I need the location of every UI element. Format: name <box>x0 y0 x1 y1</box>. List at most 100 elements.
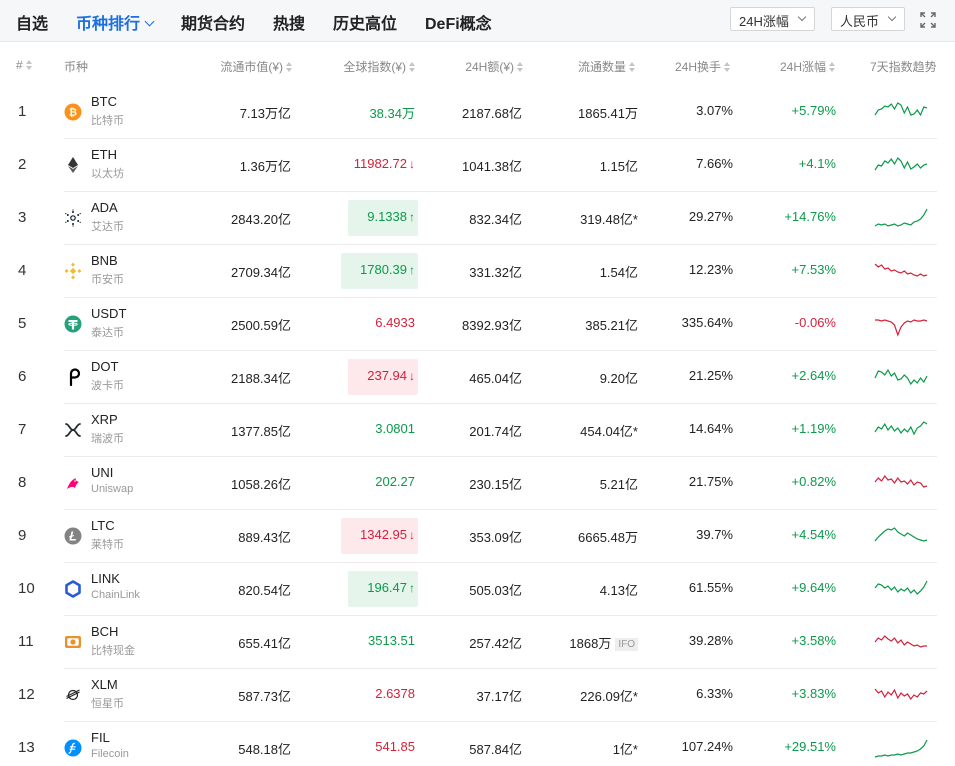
coin-symbol[interactable]: ETH <box>91 147 117 162</box>
coin-symbol[interactable]: DOT <box>91 359 118 374</box>
turnover-value: 107.24% <box>681 739 733 754</box>
market-cap-value: 548.18亿 <box>238 742 291 757</box>
coin-name: 艾达币 <box>91 221 124 233</box>
sparkline-path <box>874 421 928 436</box>
sparkline-path <box>874 474 928 488</box>
coin-symbol[interactable]: UNI <box>91 465 113 480</box>
market-cap-value: 2709.34亿 <box>231 265 291 280</box>
table-row[interactable]: 6 DOT 波卡币 2188.34亿 237.94 ↓ 465.04亿 9.20亿 21.25%… <box>0 351 955 404</box>
table-row[interactable]: 1 ₿ BTC 比特币 7.13万亿 38.34万 2187.68亿 1865.41万 3.07… <box>0 86 955 139</box>
tab-defi[interactable]: DeFi概念 <box>425 10 492 34</box>
dot-icon <box>69 368 81 386</box>
btc-icon: ₿ <box>64 103 82 121</box>
col-index-header[interactable]: 全球指数(¥) <box>315 58 416 75</box>
global-index-cell: 202.27 <box>300 474 415 489</box>
table-row[interactable]: 12 XLM 恒星币 587.73亿 2.6378 37.17亿 226.09亿* 6.33%… <box>0 669 955 722</box>
trend-sparkline <box>874 739 928 758</box>
col-change-header[interactable]: 24H涨幅 <box>760 58 836 75</box>
arrow-up-icon: ↑ <box>409 210 415 224</box>
table-row[interactable]: 5 USDT 泰达币 2500.59亿 6.4933 8392.93亿 385.21亿 335… <box>0 298 955 351</box>
coin-symbol[interactable]: USDT <box>91 306 126 321</box>
xlm-icon <box>66 689 80 701</box>
volume-value: 201.74亿 <box>469 424 522 439</box>
supply-value: 6665.48万 <box>578 530 638 545</box>
table-row[interactable]: 2 ETH 以太坊 1.36万亿 11982.72 ↓ 1041.38亿 1.15亿 7.66%… <box>0 139 955 192</box>
col-market-cap-header[interactable]: 流通市值(¥) <box>190 58 293 75</box>
table-row[interactable]: 9 LTC 莱特币 889.43亿 1342.95 ↓ 353.09亿 6665.48万 39.… <box>0 510 955 563</box>
coin-symbol[interactable]: BTC <box>91 94 117 109</box>
volume-value: 1041.38亿 <box>462 159 522 174</box>
col-change-label: 24H涨幅 <box>779 60 826 74</box>
col-volume-label: 24H额(¥) <box>465 60 514 74</box>
market-cap-value: 2500.59亿 <box>231 318 291 333</box>
supply-cell: 1868万 IFO <box>530 633 638 652</box>
coin-symbol[interactable]: BCH <box>91 624 118 639</box>
fullscreen-icon[interactable] <box>919 11 937 29</box>
coin-symbol[interactable]: LTC <box>91 518 115 533</box>
currency-select[interactable]: 人民币 <box>831 7 905 31</box>
supply-cell: 319.48亿* <box>530 209 638 228</box>
rank-number: 12 <box>18 686 35 703</box>
table-row[interactable]: 13 FIL Filecoin 548.18亿 541.85 587.84亿 1亿* 107.… <box>0 722 955 766</box>
sparkline-path <box>874 157 928 171</box>
coin-symbol[interactable]: LINK <box>91 571 120 586</box>
trend-sparkline <box>874 368 928 386</box>
coin-symbol[interactable]: BNB <box>91 253 118 268</box>
market-cap-value: 820.54亿 <box>238 583 291 598</box>
global-index-cell: 11982.72 ↓ <box>300 156 415 171</box>
volume-value: 2187.68亿 <box>462 106 522 121</box>
turnover-value: 21.75% <box>688 474 733 489</box>
change-value: +4.54% <box>791 527 836 542</box>
sparkline-path <box>874 102 928 117</box>
global-index-value: 196.47 <box>367 580 407 595</box>
col-turnover-label: 24H换手 <box>674 60 721 74</box>
market-cap-value: 2188.34亿 <box>231 371 291 386</box>
table-row[interactable]: 7 XRP 瑞波币 1377.85亿 3.0801 201.74亿 454.04亿* 14.6… <box>0 404 955 457</box>
coin-name: 比特币 <box>91 115 124 127</box>
global-index-cell: 9.1338 ↑ <box>300 209 415 224</box>
col-trend-header: 7天指数趋势 <box>870 60 937 74</box>
trend-sparkline <box>874 474 928 488</box>
coin-symbol[interactable]: FIL <box>91 730 110 745</box>
chevron-down-icon <box>887 12 897 22</box>
ada-icon <box>65 209 81 227</box>
col-turnover-header[interactable]: 24H换手 <box>655 58 731 75</box>
volume-value: 331.32亿 <box>469 265 522 280</box>
coin-name: ChainLink <box>91 589 140 601</box>
table-row[interactable]: 8 UNI Uniswap 1058.26亿 202.27 230.15亿 5.21亿 21.… <box>0 457 955 510</box>
eth-icon <box>68 157 78 173</box>
col-rank-header[interactable]: # <box>16 58 33 72</box>
trend-sparkline <box>874 263 928 277</box>
rank-number: 4 <box>18 262 27 279</box>
table-row[interactable]: 4 BNB 币安币 2709.34亿 1780.39 ↑ 331.32亿 1.54亿 12.23… <box>0 245 955 298</box>
rank-number: 13 <box>18 739 35 756</box>
table-row[interactable]: 11 BCH 比特现金 655.41亿 3513.51 257.42亿 1868万 IFO 39… <box>0 616 955 669</box>
turnover-value: 39.7% <box>696 527 733 542</box>
supply-value: 1868万 <box>569 636 612 651</box>
col-supply-header[interactable]: 流通数量 <box>550 58 636 75</box>
coin-symbol[interactable]: XLM <box>91 677 118 692</box>
range-select[interactable]: 24H涨幅 <box>730 7 815 31</box>
col-rank-label: # <box>16 58 23 72</box>
coin-name: 波卡币 <box>91 380 124 392</box>
tab-coin-ranking[interactable]: 币种排行 <box>76 10 155 34</box>
coin-symbol[interactable]: ADA <box>91 200 118 215</box>
supply-value: 5.21亿 <box>599 477 638 492</box>
coin-symbol[interactable]: XRP <box>91 412 118 427</box>
col-volume-header[interactable]: 24H额(¥) <box>440 58 524 75</box>
table-row[interactable]: 3 ADA 艾达币 2843.20亿 9.1338 ↑ 832.34亿 319.48亿* 29.… <box>0 192 955 245</box>
trend-sparkline <box>874 208 928 227</box>
global-index-value: 541.85 <box>375 739 415 754</box>
tab-futures[interactable]: 期货合约 <box>181 10 245 34</box>
trend-sparkline <box>874 527 928 542</box>
turnover-value: 29.27% <box>688 209 733 224</box>
tab-watchlist[interactable]: 自选 <box>16 10 48 34</box>
coin-name: 币安币 <box>91 274 124 286</box>
uni-icon <box>67 478 79 489</box>
tab-all-time-high[interactable]: 历史高位 <box>333 10 397 34</box>
supply-value: 1865.41万 <box>578 106 638 121</box>
sparkline-path <box>874 739 928 758</box>
table-row[interactable]: 10 LINK ChainLink 820.54亿 196.47 ↑ 505.03亿 4.13… <box>0 563 955 616</box>
tab-hot-search[interactable]: 热搜 <box>273 10 305 34</box>
volume-value: 353.09亿 <box>469 530 522 545</box>
